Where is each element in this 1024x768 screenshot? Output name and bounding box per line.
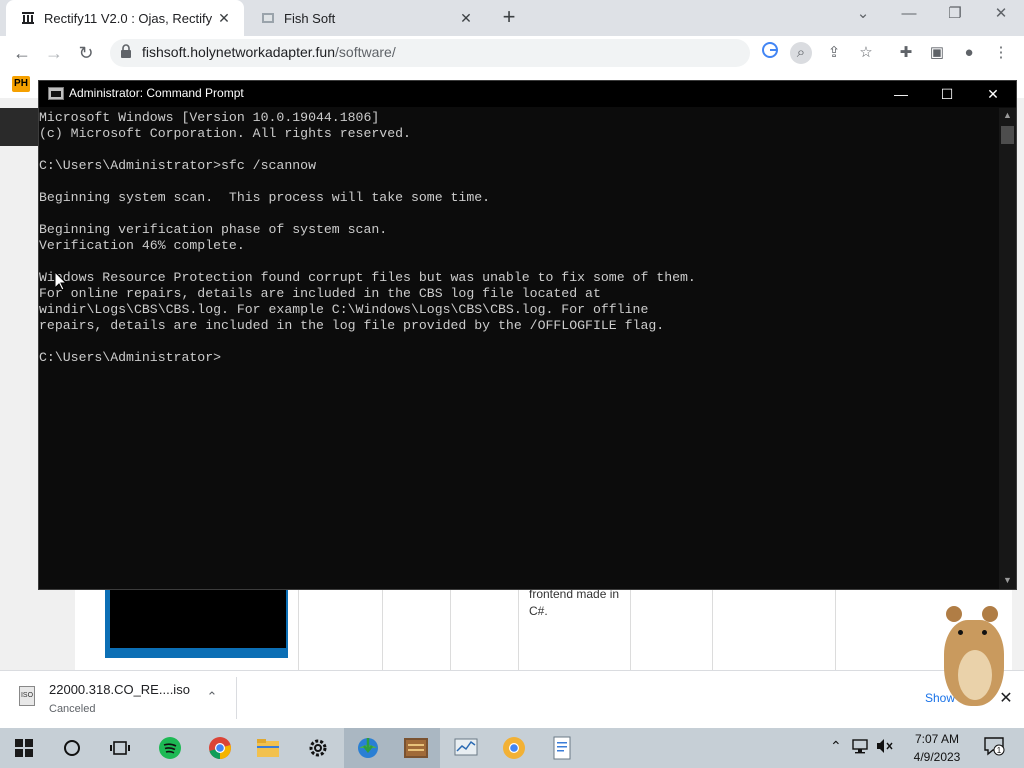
clock-date: 4/9/2023 xyxy=(913,750,961,764)
notifications-icon[interactable]: 1 xyxy=(983,735,1005,760)
downloads-divider xyxy=(236,677,237,719)
scroll-up-arrow-icon[interactable]: ▲ xyxy=(1000,110,1015,120)
tab-rectify11[interactable]: Rectify11 V2.0 : Ojas, Rectify1 ✕ xyxy=(6,0,244,36)
close-window-button[interactable]: ✕ xyxy=(978,0,1024,30)
show-hidden-icons-chevron-icon[interactable]: ⌃ xyxy=(830,738,842,755)
cmd-maximize-button[interactable]: ☐ xyxy=(924,81,970,107)
iso-file-icon: ISO xyxy=(19,686,35,706)
table-border xyxy=(382,586,383,670)
hamster-eye xyxy=(958,630,963,635)
search-circle-icon[interactable] xyxy=(48,728,96,768)
url-host: fishsoft.holynetworkadapter.fun xyxy=(142,44,336,60)
taskbar-clock[interactable]: 7:07 AM 4/9/2023 xyxy=(906,730,968,766)
minimize-button[interactable]: — xyxy=(886,0,932,30)
fish-soft-favicon-icon xyxy=(260,10,276,26)
tab-title: Fish Soft xyxy=(284,10,336,26)
task-view-icon[interactable] xyxy=(96,728,144,768)
close-tab-icon[interactable]: ✕ xyxy=(454,10,478,27)
scroll-down-arrow-icon[interactable]: ▼ xyxy=(1000,575,1015,585)
table-border xyxy=(630,586,631,670)
downloads-bar xyxy=(0,670,1024,729)
table-border xyxy=(298,586,299,670)
hamster-ear xyxy=(946,606,962,622)
winrar-archive-icon[interactable] xyxy=(392,728,440,768)
network-icon[interactable] xyxy=(852,738,870,757)
lock-icon[interactable] xyxy=(120,44,134,60)
clock-time: 7:07 AM xyxy=(914,732,960,746)
file-explorer-icon[interactable] xyxy=(244,728,292,768)
tab-title: Rectify11 V2.0 : Ojas, Rectify1 xyxy=(44,10,212,26)
download-file-name[interactable]: 22000.318.CO_RE....iso xyxy=(49,682,190,697)
museum-icon xyxy=(20,10,36,26)
document-app-icon[interactable] xyxy=(538,728,586,768)
chevron-up-icon[interactable]: ⌃ xyxy=(204,689,220,705)
table-border xyxy=(450,586,451,670)
chrome-canary-icon[interactable] xyxy=(490,728,538,768)
extensions-icon[interactable]: ✚ xyxy=(895,42,917,64)
hamster-eye xyxy=(982,630,987,635)
cmd-close-button[interactable]: ✕ xyxy=(970,81,1016,107)
reload-icon[interactable]: ↻ xyxy=(73,40,99,66)
restore-button[interactable]: ❐ xyxy=(932,0,978,30)
download-status: Canceled xyxy=(49,703,96,715)
profile-icon[interactable]: ● xyxy=(958,42,980,64)
console-output[interactable]: Microsoft Windows [Version 10.0.19044.18… xyxy=(39,110,997,588)
url-text[interactable]: fishsoft.holynetworkadapter.fun/software… xyxy=(142,44,396,60)
download-manager-globe-icon[interactable] xyxy=(344,728,392,768)
forward-arrow-icon[interactable]: → xyxy=(41,40,67,66)
table-border xyxy=(835,586,836,670)
incognito-search-icon[interactable]: ⌕ xyxy=(790,42,812,64)
notification-count: 1 xyxy=(997,746,1002,755)
hamster-ear xyxy=(982,606,998,622)
close-tab-icon[interactable]: ✕ xyxy=(212,10,236,27)
resource-monitor-icon[interactable] xyxy=(442,728,490,768)
chrome-icon[interactable] xyxy=(196,728,244,768)
cmd-scrollbar[interactable] xyxy=(999,108,1016,589)
new-tab-button[interactable]: + xyxy=(496,5,522,31)
close-downloads-bar-icon[interactable]: ✕ xyxy=(998,688,1014,708)
cmd-icon xyxy=(48,87,64,100)
share-icon[interactable]: ⇪ xyxy=(823,42,845,64)
table-cell-text: frontend made in C#. xyxy=(529,587,620,618)
tab-search-icon[interactable]: ⌄ xyxy=(840,0,886,30)
url-path: /software/ xyxy=(335,44,396,60)
google-lens-icon[interactable] xyxy=(759,42,781,64)
hamster-belly xyxy=(958,650,992,700)
side-panel-icon[interactable]: ▣ xyxy=(926,42,948,64)
bookmark-ph[interactable]: PH xyxy=(12,76,30,92)
bookmark-star-icon[interactable]: ☆ xyxy=(855,42,877,64)
tab-fish-soft[interactable]: Fish Soft ✕ xyxy=(246,0,486,36)
volume-muted-icon[interactable] xyxy=(876,738,894,757)
start-windows-icon[interactable] xyxy=(0,728,48,768)
table-border xyxy=(712,586,713,670)
menu-kebab-icon[interactable]: ⋮ xyxy=(990,42,1012,64)
back-arrow-icon[interactable]: ← xyxy=(9,40,35,66)
table-border xyxy=(518,586,519,670)
spotify-icon[interactable] xyxy=(146,728,194,768)
thumbnail-content xyxy=(110,590,286,648)
cmd-scroll-thumb[interactable] xyxy=(1001,126,1014,144)
cmd-minimize-button[interactable]: — xyxy=(878,81,924,107)
cmd-window-title: Administrator: Command Prompt xyxy=(69,86,244,100)
settings-gear-icon[interactable] xyxy=(294,728,342,768)
